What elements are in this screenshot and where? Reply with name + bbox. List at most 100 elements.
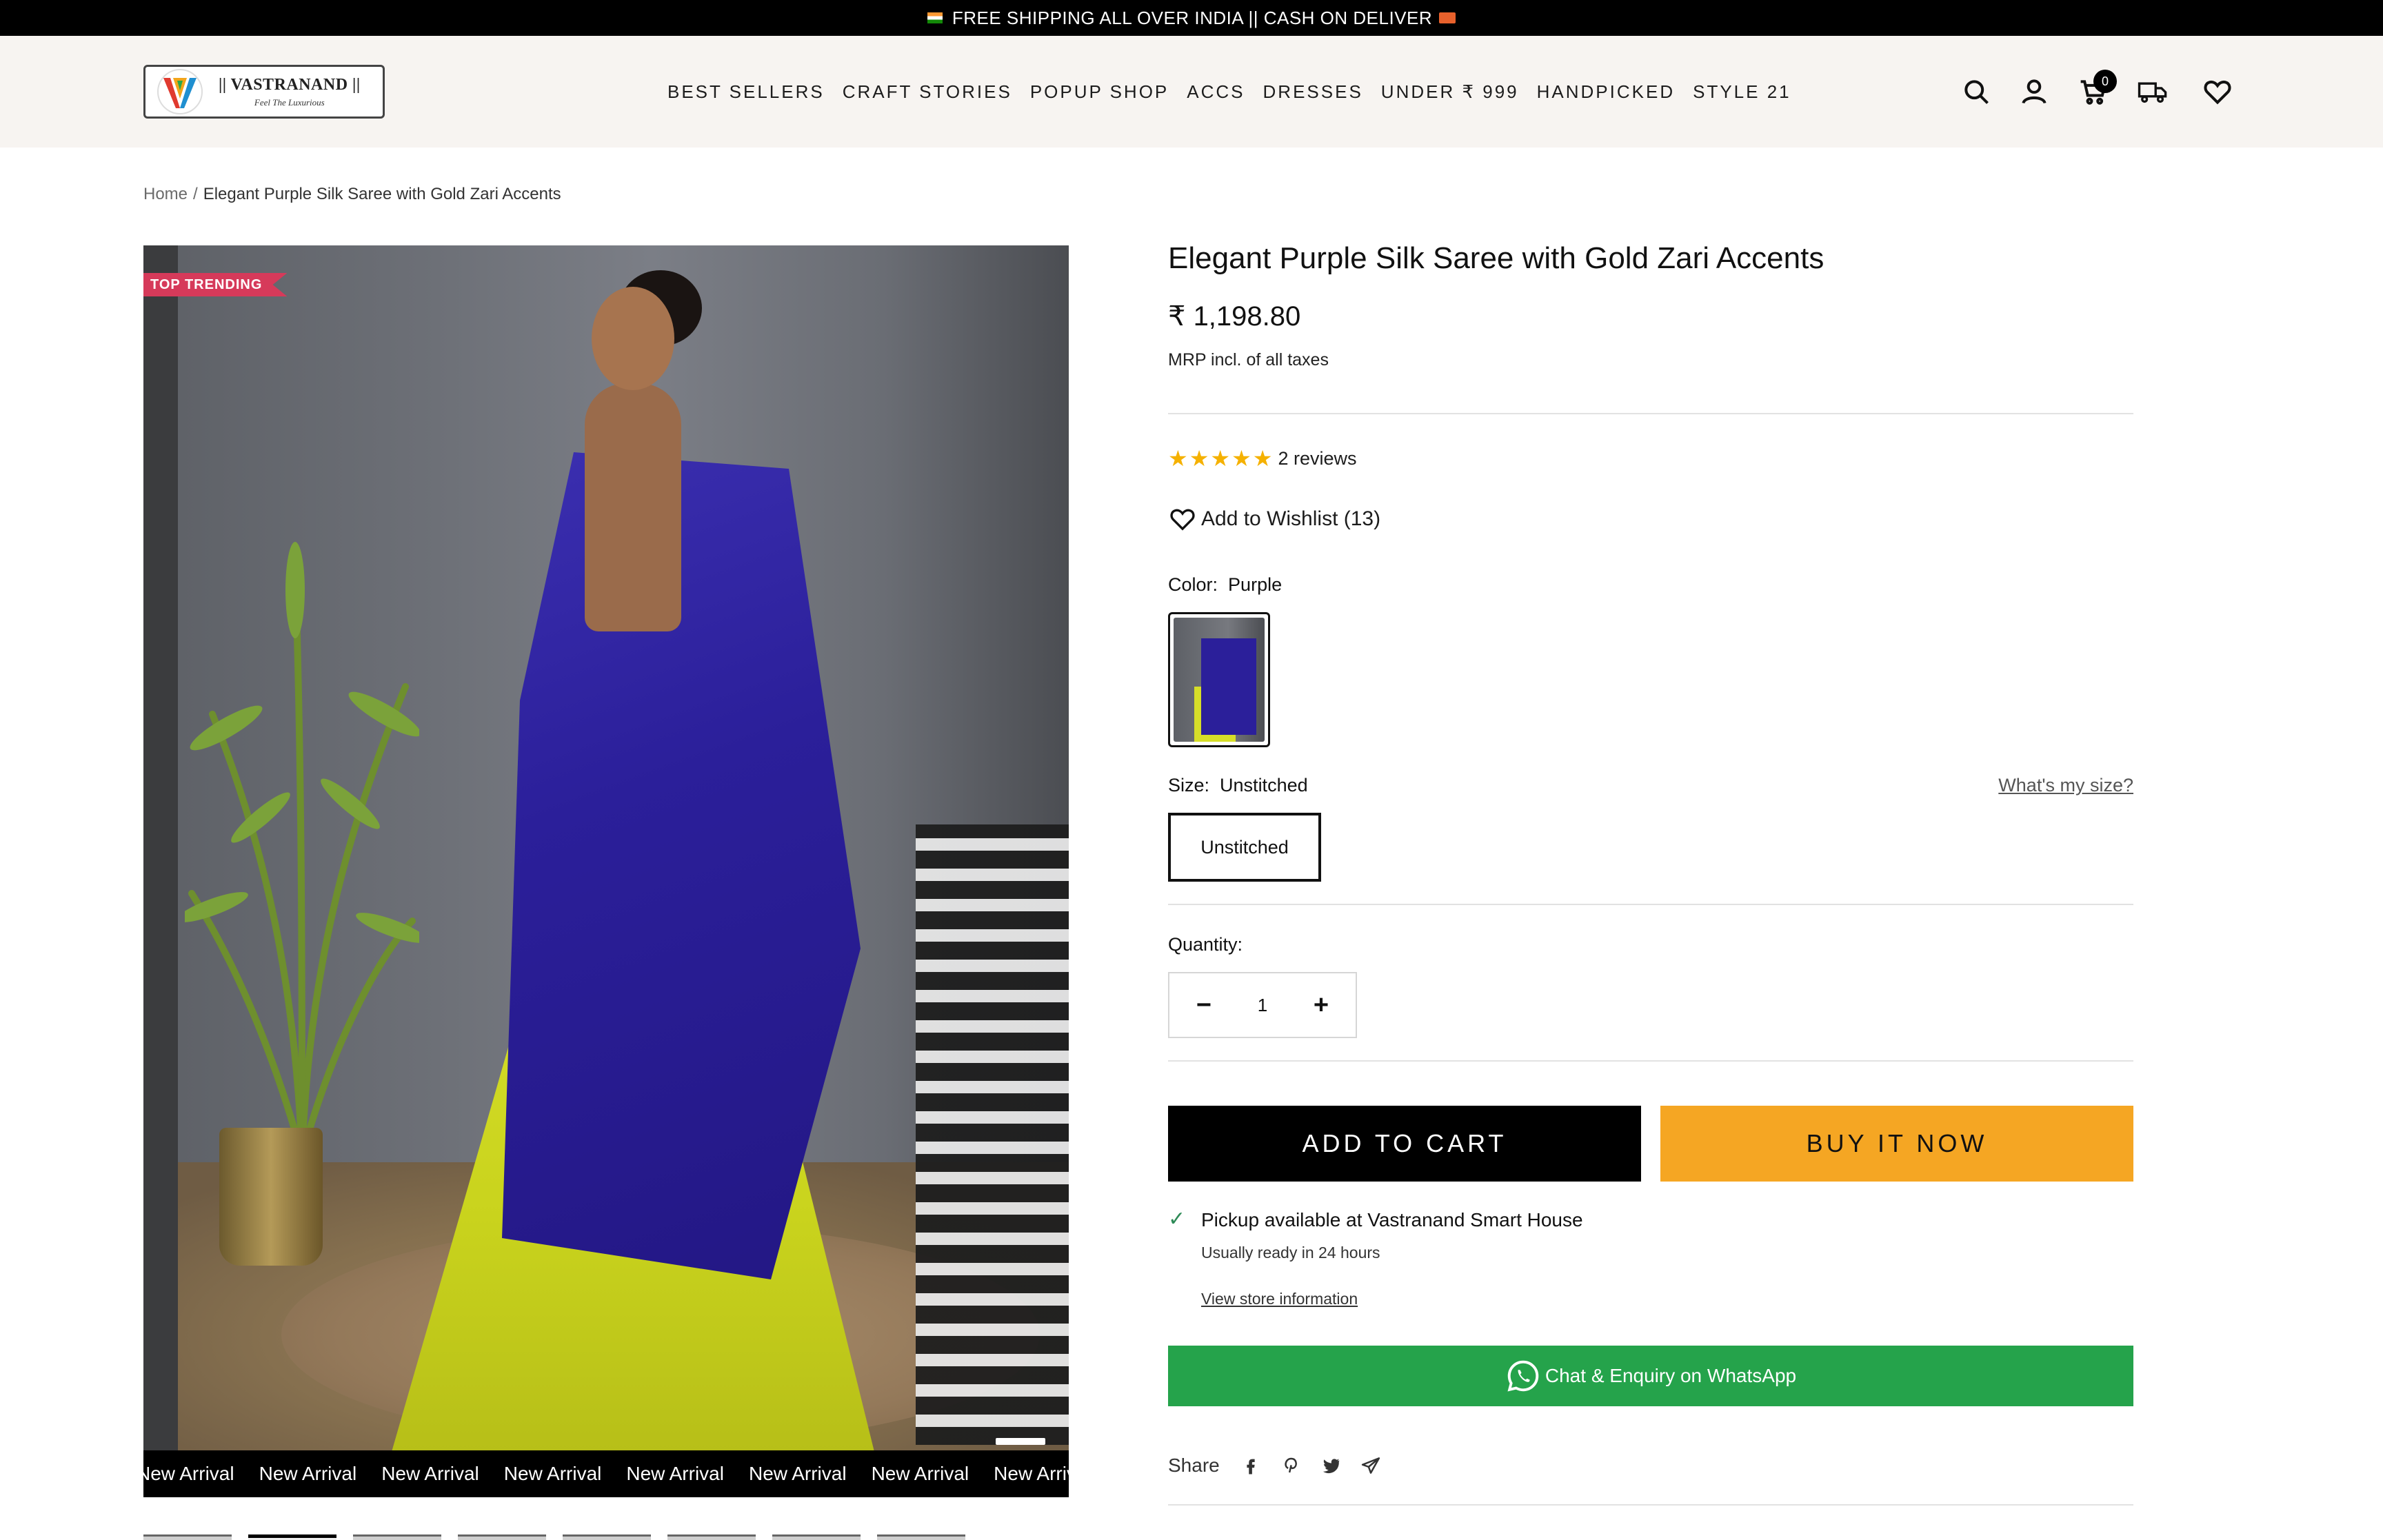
add-to-wishlist-button[interactable]: Add to Wishlist (13) bbox=[1168, 505, 2133, 533]
nav-craft-stories[interactable]: CRAFT STORIES bbox=[843, 81, 1012, 103]
logo-name: || VASTRANAND || bbox=[219, 75, 361, 94]
size-value: Unstitched bbox=[1220, 775, 1308, 796]
nav-under-999[interactable]: UNDER ₹ 999 bbox=[1381, 81, 1519, 103]
marquee-item: New Arrival bbox=[503, 1463, 602, 1484]
plant-image bbox=[185, 542, 419, 1155]
rating-stars: ★ ★ ★ ★ ★ bbox=[1168, 447, 1272, 469]
marquee-item: New Arrival bbox=[143, 1463, 234, 1484]
marquee-item: New Arrival bbox=[259, 1463, 357, 1484]
thumbnail[interactable] bbox=[667, 1534, 756, 1540]
site-header: || VASTRANAND || Feel The Luxurious BEST… bbox=[0, 36, 2383, 148]
store-logo[interactable]: || VASTRANAND || Feel The Luxurious bbox=[143, 65, 385, 119]
marquee-item: New Arrival bbox=[626, 1463, 724, 1484]
divider bbox=[1168, 904, 2133, 905]
star-icon: ★ bbox=[1231, 446, 1251, 471]
tax-note: MRP incl. of all taxes bbox=[1168, 350, 1329, 369]
logo-tagline: Feel The Luxurious bbox=[254, 97, 325, 108]
breadcrumb-current: Elegant Purple Silk Saree with Gold Zari… bbox=[203, 185, 561, 203]
plant-pot-image bbox=[219, 1128, 323, 1266]
marquee-item: New Arrival bbox=[748, 1463, 847, 1484]
star-icon: ★ bbox=[1252, 446, 1273, 471]
thumbnail[interactable] bbox=[143, 1534, 232, 1540]
pinterest-icon[interactable] bbox=[1280, 1455, 1301, 1476]
breadcrumb-separator: / bbox=[193, 185, 198, 203]
add-to-cart-button[interactable]: ADD TO CART bbox=[1168, 1106, 1641, 1182]
thumbnail[interactable] bbox=[353, 1534, 441, 1540]
pickup-subtitle: Usually ready in 24 hours bbox=[1201, 1244, 1380, 1262]
truck-icon[interactable] bbox=[2135, 74, 2171, 110]
color-value: Purple bbox=[1228, 574, 1283, 595]
store-info-link[interactable]: View store information bbox=[1201, 1290, 1583, 1308]
breadcrumb-home[interactable]: Home bbox=[143, 185, 188, 204]
thumbnail[interactable] bbox=[772, 1534, 861, 1540]
whatsapp-label: Chat & Enquiry on WhatsApp bbox=[1545, 1365, 1797, 1386]
header-icons: 0 bbox=[1958, 36, 2235, 148]
divider bbox=[1168, 1504, 2133, 1506]
marquee-item: New Arrival bbox=[381, 1463, 479, 1484]
star-icon: ★ bbox=[1210, 446, 1231, 471]
size-guide-link[interactable]: What's my size? bbox=[1998, 775, 2133, 796]
color-label: Color: bbox=[1168, 574, 1218, 595]
nav-accs[interactable]: ACCS bbox=[1187, 81, 1245, 103]
color-swatch-purple[interactable] bbox=[1168, 612, 1270, 747]
product-title: Elegant Purple Silk Saree with Gold Zari… bbox=[1168, 241, 1824, 275]
product-info: Elegant Purple Silk Saree with Gold Zari… bbox=[1168, 241, 2133, 1506]
size-option-unstitched[interactable]: Unstitched bbox=[1168, 813, 1321, 882]
nav-style-21[interactable]: STYLE 21 bbox=[1693, 81, 1791, 103]
user-icon[interactable] bbox=[2016, 74, 2052, 110]
thumbnail[interactable] bbox=[877, 1534, 965, 1540]
share-label: Share bbox=[1168, 1455, 1220, 1476]
heart-outline-icon bbox=[1170, 509, 1195, 531]
product-price: ₹ 1,198.80 bbox=[1168, 301, 1301, 332]
chair-image bbox=[916, 824, 1069, 1445]
divider bbox=[1168, 413, 2133, 414]
search-icon[interactable] bbox=[1958, 74, 1994, 110]
main-nav: BEST SELLERS CRAFT STORIES POPUP SHOP AC… bbox=[667, 36, 1809, 148]
thumbnail-active[interactable] bbox=[248, 1534, 336, 1540]
thumbnail[interactable] bbox=[563, 1534, 651, 1540]
star-icon: ★ bbox=[1168, 446, 1188, 471]
announcement-text: FREE SHIPPING ALL OVER INDIA || CASH ON … bbox=[952, 7, 1433, 28]
star-icon: ★ bbox=[1189, 446, 1209, 471]
thumbnail[interactable] bbox=[458, 1534, 546, 1540]
facebook-icon[interactable] bbox=[1240, 1455, 1261, 1476]
check-icon: ✓ bbox=[1168, 1208, 1186, 1230]
quantity-input[interactable]: 1 bbox=[1258, 995, 1267, 1016]
quantity-stepper: − 1 + bbox=[1168, 972, 1357, 1038]
divider bbox=[1168, 1060, 2133, 1062]
share-row: Share bbox=[1168, 1455, 2133, 1477]
pickup-title: Pickup available at Vastranand Smart Hou… bbox=[1201, 1209, 1583, 1230]
announcement-bar: FREE SHIPPING ALL OVER INDIA || CASH ON … bbox=[0, 0, 2383, 36]
purchase-buttons: ADD TO CART BUY IT NOW bbox=[1168, 1106, 2133, 1182]
color-label-row: Color: Purple bbox=[1168, 574, 2133, 596]
whatsapp-icon bbox=[1507, 1360, 1539, 1392]
nav-handpicked[interactable]: HANDPICKED bbox=[1537, 81, 1675, 103]
thumbnail-strip bbox=[143, 1534, 1069, 1540]
nav-best-sellers[interactable]: BEST SELLERS bbox=[667, 81, 825, 103]
twitter-icon[interactable] bbox=[1320, 1455, 1341, 1476]
product-rating[interactable]: ★ ★ ★ ★ ★ 2 reviews bbox=[1168, 447, 2133, 469]
reviews-count: 2 reviews bbox=[1278, 447, 1357, 469]
top-trending-badge: TOP TRENDING bbox=[143, 273, 288, 296]
new-arrival-marquee: New Arrival New Arrival New Arrival New … bbox=[143, 1450, 1069, 1497]
cart-count-badge: 0 bbox=[2093, 70, 2117, 93]
product-image[interactable]: TOP TRENDING bbox=[143, 245, 1069, 1450]
decrease-quantity-button[interactable]: − bbox=[1190, 991, 1218, 1020]
nav-popup-shop[interactable]: POPUP SHOP bbox=[1030, 81, 1169, 103]
delivery-truck-icon bbox=[1439, 12, 1456, 23]
cart-icon[interactable]: 0 bbox=[2075, 70, 2117, 110]
telegram-icon[interactable] bbox=[1360, 1455, 1381, 1476]
whatsapp-chat-button[interactable]: Chat & Enquiry on WhatsApp bbox=[1168, 1346, 2133, 1406]
marquee-item: New Arrival bbox=[871, 1463, 969, 1484]
pickup-info: ✓ Pickup available at Vastranand Smart H… bbox=[1168, 1209, 2133, 1308]
logo-mark-icon bbox=[155, 67, 205, 116]
nav-dresses[interactable]: DRESSES bbox=[1263, 81, 1363, 103]
heart-icon[interactable] bbox=[2200, 74, 2235, 110]
quantity-label: Quantity: bbox=[1168, 934, 1243, 955]
increase-quantity-button[interactable]: + bbox=[1307, 991, 1335, 1020]
size-label: Size: bbox=[1168, 775, 1210, 796]
breadcrumb: Home / Elegant Purple Silk Saree with Go… bbox=[143, 185, 561, 204]
size-header: Size: Unstitched What's my size? bbox=[1168, 775, 2133, 796]
slide-indicator[interactable] bbox=[996, 1438, 1045, 1445]
buy-now-button[interactable]: BUY IT NOW bbox=[1660, 1106, 2133, 1182]
